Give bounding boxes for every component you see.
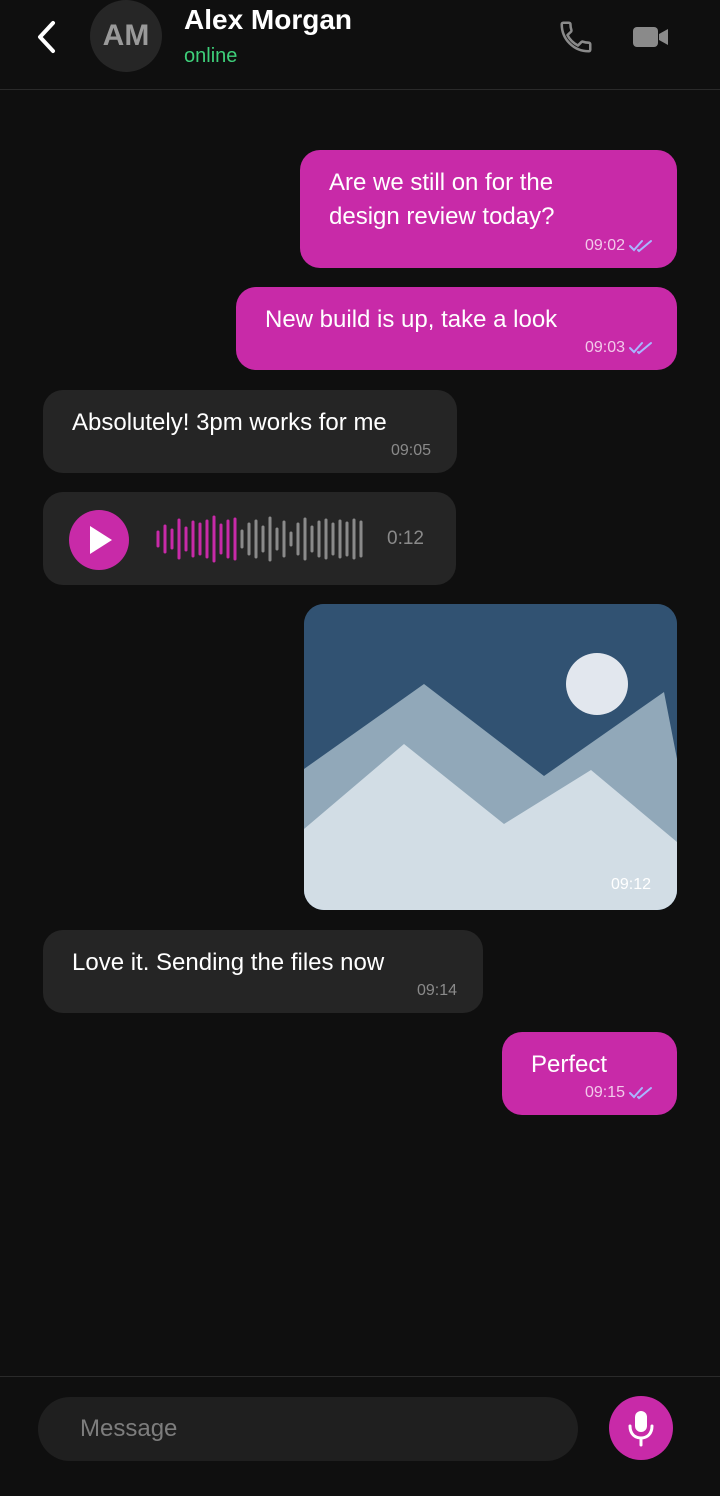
video-camera-icon	[633, 27, 668, 47]
back-button[interactable]	[30, 18, 62, 56]
message-composer	[0, 1376, 720, 1496]
voice-record-button[interactable]	[609, 1396, 673, 1460]
double-check-icon	[629, 1087, 652, 1100]
phone-icon	[560, 21, 592, 53]
message-time: 09:05	[390, 442, 431, 459]
voice-message[interactable]: 0:12	[43, 492, 456, 585]
message-time: 09:12	[610, 876, 651, 893]
chat-header: AM Alex Morgan online	[0, 0, 720, 90]
message-bubble-incoming[interactable]: Absolutely! 3pm works for me 09:05	[43, 390, 457, 473]
message-text: Perfect	[531, 1051, 608, 1078]
voice-waveform[interactable]	[155, 514, 365, 564]
play-icon	[90, 526, 112, 554]
message-input[interactable]	[38, 1397, 578, 1461]
double-check-icon	[629, 240, 652, 253]
play-button[interactable]	[69, 510, 129, 570]
message-bubble-incoming[interactable]: Love it. Sending the files now 09:14	[43, 930, 483, 1013]
message-text-line: Are we still on for the	[329, 169, 554, 196]
video-call-button[interactable]	[630, 20, 672, 54]
double-check-icon	[629, 342, 652, 355]
contact-status: online	[184, 45, 238, 67]
message-bubble-outgoing[interactable]: Perfect 09:15	[502, 1032, 677, 1115]
message-meta: 09:02	[585, 237, 653, 255]
message-meta: 09:14	[417, 982, 457, 1000]
contact-name[interactable]: Alex Morgan	[184, 4, 352, 36]
message-time: 09:02	[584, 237, 625, 254]
message-text: Absolutely! 3pm works for me	[72, 409, 387, 436]
message-bubble-outgoing[interactable]: New build is up, take a look 09:03	[236, 287, 677, 370]
message-meta: 09:03	[585, 339, 653, 357]
message-text: Are we still on for the design review to…	[329, 166, 554, 234]
message-text-line: design review today?	[329, 203, 555, 230]
image-message[interactable]: 09:12	[304, 604, 677, 910]
message-time: 09:03	[584, 339, 625, 356]
landscape-image-icon	[304, 604, 677, 910]
message-time: 09:14	[416, 982, 457, 999]
chevron-left-icon	[38, 21, 55, 53]
message-meta: 09:05	[391, 442, 431, 460]
voice-duration: 0:12	[387, 528, 424, 549]
message-time: 09:15	[584, 1084, 625, 1101]
message-meta: 09:15	[585, 1084, 653, 1102]
call-button[interactable]	[556, 18, 596, 56]
message-bubble-outgoing[interactable]: Are we still on for the design review to…	[300, 150, 677, 268]
avatar[interactable]: AM	[90, 0, 162, 72]
microphone-icon	[628, 1411, 654, 1447]
message-text: Love it. Sending the files now	[72, 949, 385, 976]
message-text: New build is up, take a look	[265, 306, 558, 333]
